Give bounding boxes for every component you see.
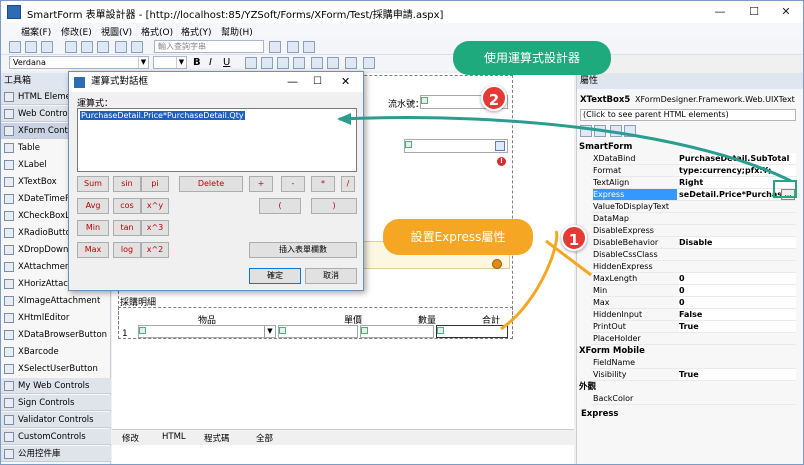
callout-use-designer: 使用運算式設計器: [453, 41, 611, 75]
app-window: SmartForm 表單設計器 - [http://localhost:85/Y…: [0, 0, 804, 465]
step-badge-1: 1: [561, 225, 587, 251]
step-badge-2: 2: [481, 85, 507, 111]
arrow-to-express-button: [338, 116, 792, 183]
express-button-highlight: [773, 180, 797, 198]
arrow-head-icon: [337, 113, 351, 125]
callout-set-express: 設置Express屬性: [383, 219, 533, 255]
